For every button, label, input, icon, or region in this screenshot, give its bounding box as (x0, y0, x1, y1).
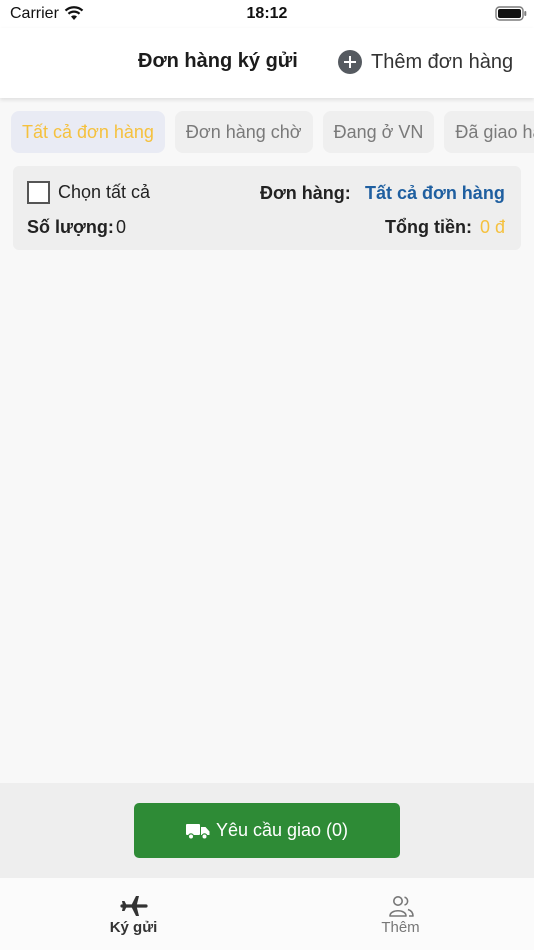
clock: 18:12 (246, 5, 288, 22)
truck-icon (185, 823, 210, 840)
tab-delivered[interactable]: Đã giao hàng (444, 111, 534, 153)
request-delivery-button[interactable]: Yêu cầu giao (0) (134, 803, 400, 858)
bottom-tab-bar: Ký gửi Thêm (0, 878, 534, 950)
select-all-checkbox[interactable]: Chọn tất cả (27, 181, 150, 204)
select-all-label: Chọn tất cả (58, 182, 151, 202)
tab-all-orders[interactable]: Tất cả đơn hàng (11, 111, 165, 153)
tab-consignment[interactable]: Ký gửi (0, 878, 267, 950)
add-order-button[interactable]: Thêm đơn hàng (338, 48, 513, 76)
total-value: 0 đ (480, 217, 506, 237)
plus-circle-icon (338, 50, 362, 74)
order-summary-card: Chọn tất cả Đơn hàng: Tất cả đơn hàng Số… (13, 166, 521, 250)
filter-tabs: Tất cả đơn hàng Đơn hàng chờ Đang ở VN Đ… (0, 98, 534, 164)
order-filter-dropdown[interactable]: Tất cả đơn hàng (365, 183, 505, 204)
airplane-icon (120, 896, 148, 916)
request-delivery-label: Yêu cầu giao (0) (215, 820, 349, 840)
navigation-bar: Đơn hàng ký gửi Thêm đơn hàng (0, 28, 534, 98)
total-label: Tổng tiền: (385, 217, 472, 237)
action-panel: Yêu cầu giao (0) (0, 783, 534, 878)
page-title: Đơn hàng ký gửi (138, 50, 298, 72)
order-filter-label: Đơn hàng: (260, 183, 351, 203)
battery-icon (495, 6, 527, 21)
tab-more-label: Thêm (381, 919, 420, 936)
status-bar: Carrier 18:12 (0, 0, 534, 28)
tab-in-vietnam[interactable]: Đang ở VN (322, 111, 435, 153)
checkbox-icon (27, 181, 50, 204)
add-order-label: Thêm đơn hàng (371, 50, 514, 73)
tab-consignment-label: Ký gửi (109, 919, 158, 936)
tab-more[interactable]: Thêm (267, 878, 534, 950)
tab-pending-orders[interactable]: Đơn hàng chờ (174, 111, 313, 153)
quantity-value: 0 (116, 217, 127, 237)
people-icon (389, 896, 414, 917)
quantity-label: Số lượng: (27, 217, 114, 237)
